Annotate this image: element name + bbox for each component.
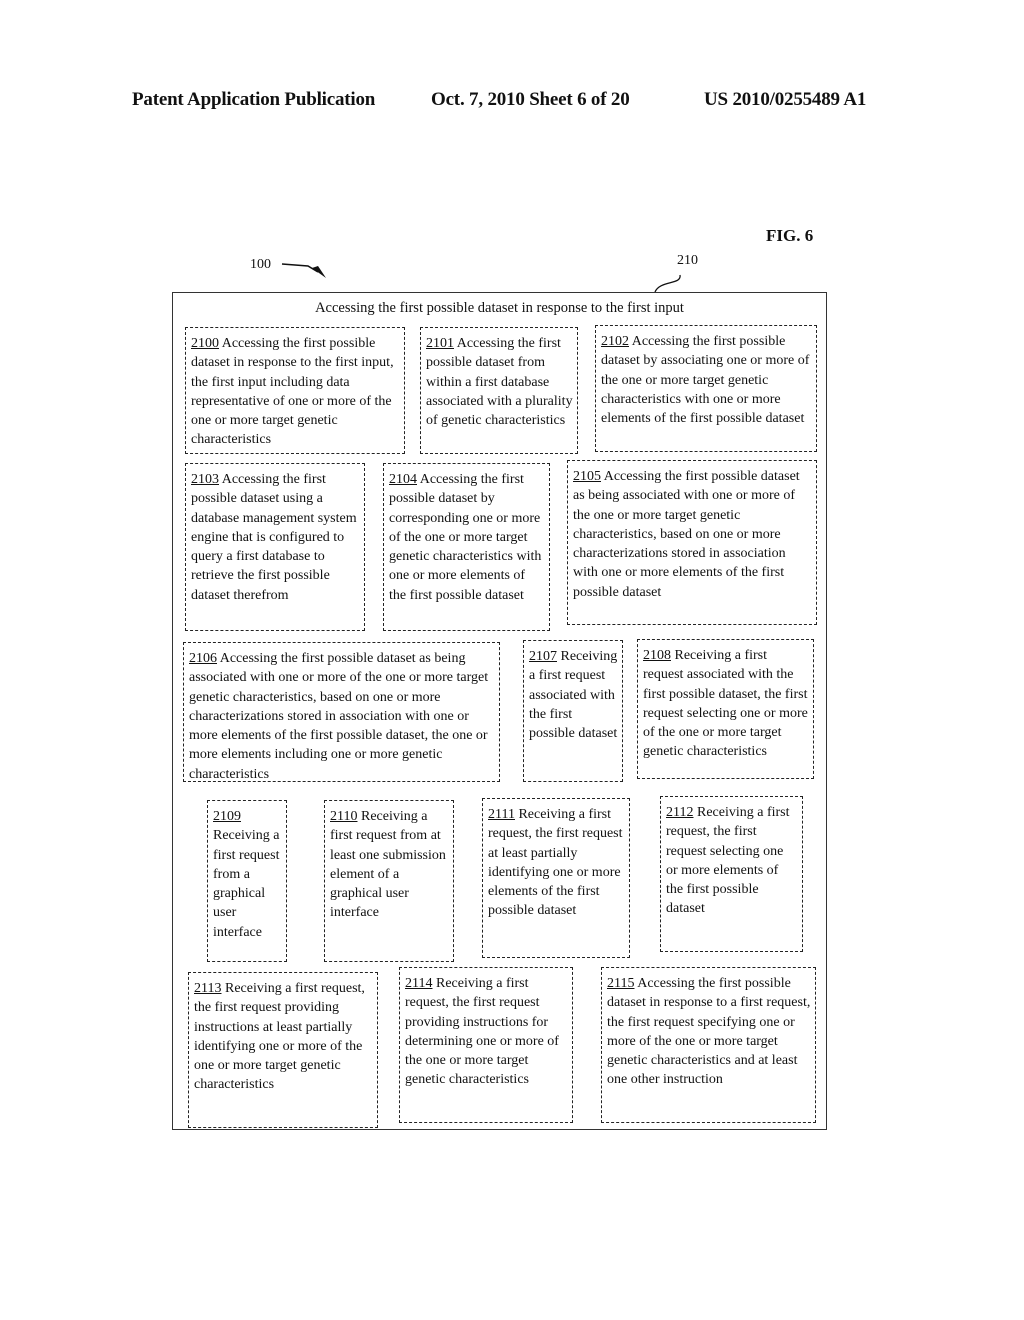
publication-number: US 2010/0255489 A1 bbox=[704, 89, 867, 110]
operation-description: Receiving a first request, the first req… bbox=[405, 976, 559, 1088]
operation-number: 2104 bbox=[389, 472, 417, 487]
operation-description: Accessing the first possible dataset as … bbox=[573, 469, 800, 600]
block-title: Accessing the first possible dataset in … bbox=[315, 300, 684, 316]
operation-description: Receiving a first request, the first req… bbox=[666, 805, 790, 917]
operation-number: 2114 bbox=[405, 976, 433, 991]
operation-box-2104: 2104 Accessing the first possible datase… bbox=[383, 463, 550, 631]
operation-number: 2111 bbox=[488, 807, 515, 822]
operation-box-2100: 2100 Accessing the first possible datase… bbox=[185, 327, 405, 454]
operation-box-2110: 2110 Receiving a first request from at l… bbox=[324, 800, 454, 962]
operation-box-2111: 2111 Receiving a first request, the firs… bbox=[482, 798, 630, 958]
operation-box-2115: 2115 Accessing the first possible datase… bbox=[601, 967, 816, 1123]
operation-box-2103: 2103 Accessing the first possible datase… bbox=[185, 463, 365, 631]
operation-box-2101: 2101 Accessing the first possible datase… bbox=[420, 327, 578, 454]
operation-description: Receiving a first request from at least … bbox=[330, 809, 446, 921]
operation-description: Receiving a first request associated wit… bbox=[643, 648, 808, 760]
operation-number: 2110 bbox=[330, 809, 358, 824]
publication-date-sheet: Oct. 7, 2010 Sheet 6 of 20 bbox=[431, 89, 630, 110]
leader-line-210 bbox=[654, 274, 681, 293]
figure-label: FIG. 6 bbox=[766, 226, 814, 245]
operation-description: Accessing the first possible dataset as … bbox=[189, 651, 489, 782]
reference-numeral-100: 100 bbox=[250, 257, 271, 272]
operation-description: Receiving a first request from a graphic… bbox=[213, 828, 280, 940]
operation-number: 2108 bbox=[643, 648, 671, 663]
operation-description: Accessing the first possible dataset in … bbox=[191, 336, 394, 448]
operation-description: Accessing the first possible dataset by … bbox=[601, 334, 810, 427]
operation-number: 2106 bbox=[189, 651, 217, 666]
operation-box-2109: 2109 Receiving a first request from a gr… bbox=[207, 800, 287, 962]
operation-number: 2115 bbox=[607, 976, 635, 991]
operation-box-2102: 2102 Accessing the first possible datase… bbox=[595, 325, 817, 452]
operation-number: 2100 bbox=[191, 336, 219, 351]
operation-box-2107: 2107 Receiving a first request associate… bbox=[523, 640, 623, 782]
operation-box-2113: 2113 Receiving a first request, the firs… bbox=[188, 972, 378, 1128]
operation-number: 2112 bbox=[666, 805, 694, 820]
operation-number: 2109 bbox=[213, 809, 241, 824]
operation-description: Receiving a first request, the first req… bbox=[488, 807, 623, 919]
operation-number: 2101 bbox=[426, 336, 454, 351]
operation-number: 2105 bbox=[573, 469, 601, 484]
operation-number: 2113 bbox=[194, 981, 222, 996]
operation-description: Accessing the first possible dataset usi… bbox=[191, 472, 357, 603]
operation-description: Accessing the first possible dataset in … bbox=[607, 976, 811, 1088]
operation-number: 2103 bbox=[191, 472, 219, 487]
operation-box-2106: 2106 Accessing the first possible datase… bbox=[183, 642, 500, 782]
operation-description: Accessing the first possible dataset by … bbox=[389, 472, 542, 603]
reference-numeral-210: 210 bbox=[677, 253, 698, 268]
operation-number: 2107 bbox=[529, 649, 557, 664]
operation-box-2112: 2112 Receiving a first request, the firs… bbox=[660, 796, 803, 952]
operation-description: Receiving a first request, the first req… bbox=[194, 981, 365, 1093]
arrow-icon bbox=[281, 263, 326, 278]
operation-box-2114: 2114 Receiving a first request, the firs… bbox=[399, 967, 573, 1123]
publication-type: Patent Application Publication bbox=[132, 89, 376, 110]
operation-number: 2102 bbox=[601, 334, 629, 349]
operation-box-2105: 2105 Accessing the first possible datase… bbox=[567, 460, 817, 625]
operation-box-2108: 2108 Receiving a first request associate… bbox=[637, 639, 814, 779]
